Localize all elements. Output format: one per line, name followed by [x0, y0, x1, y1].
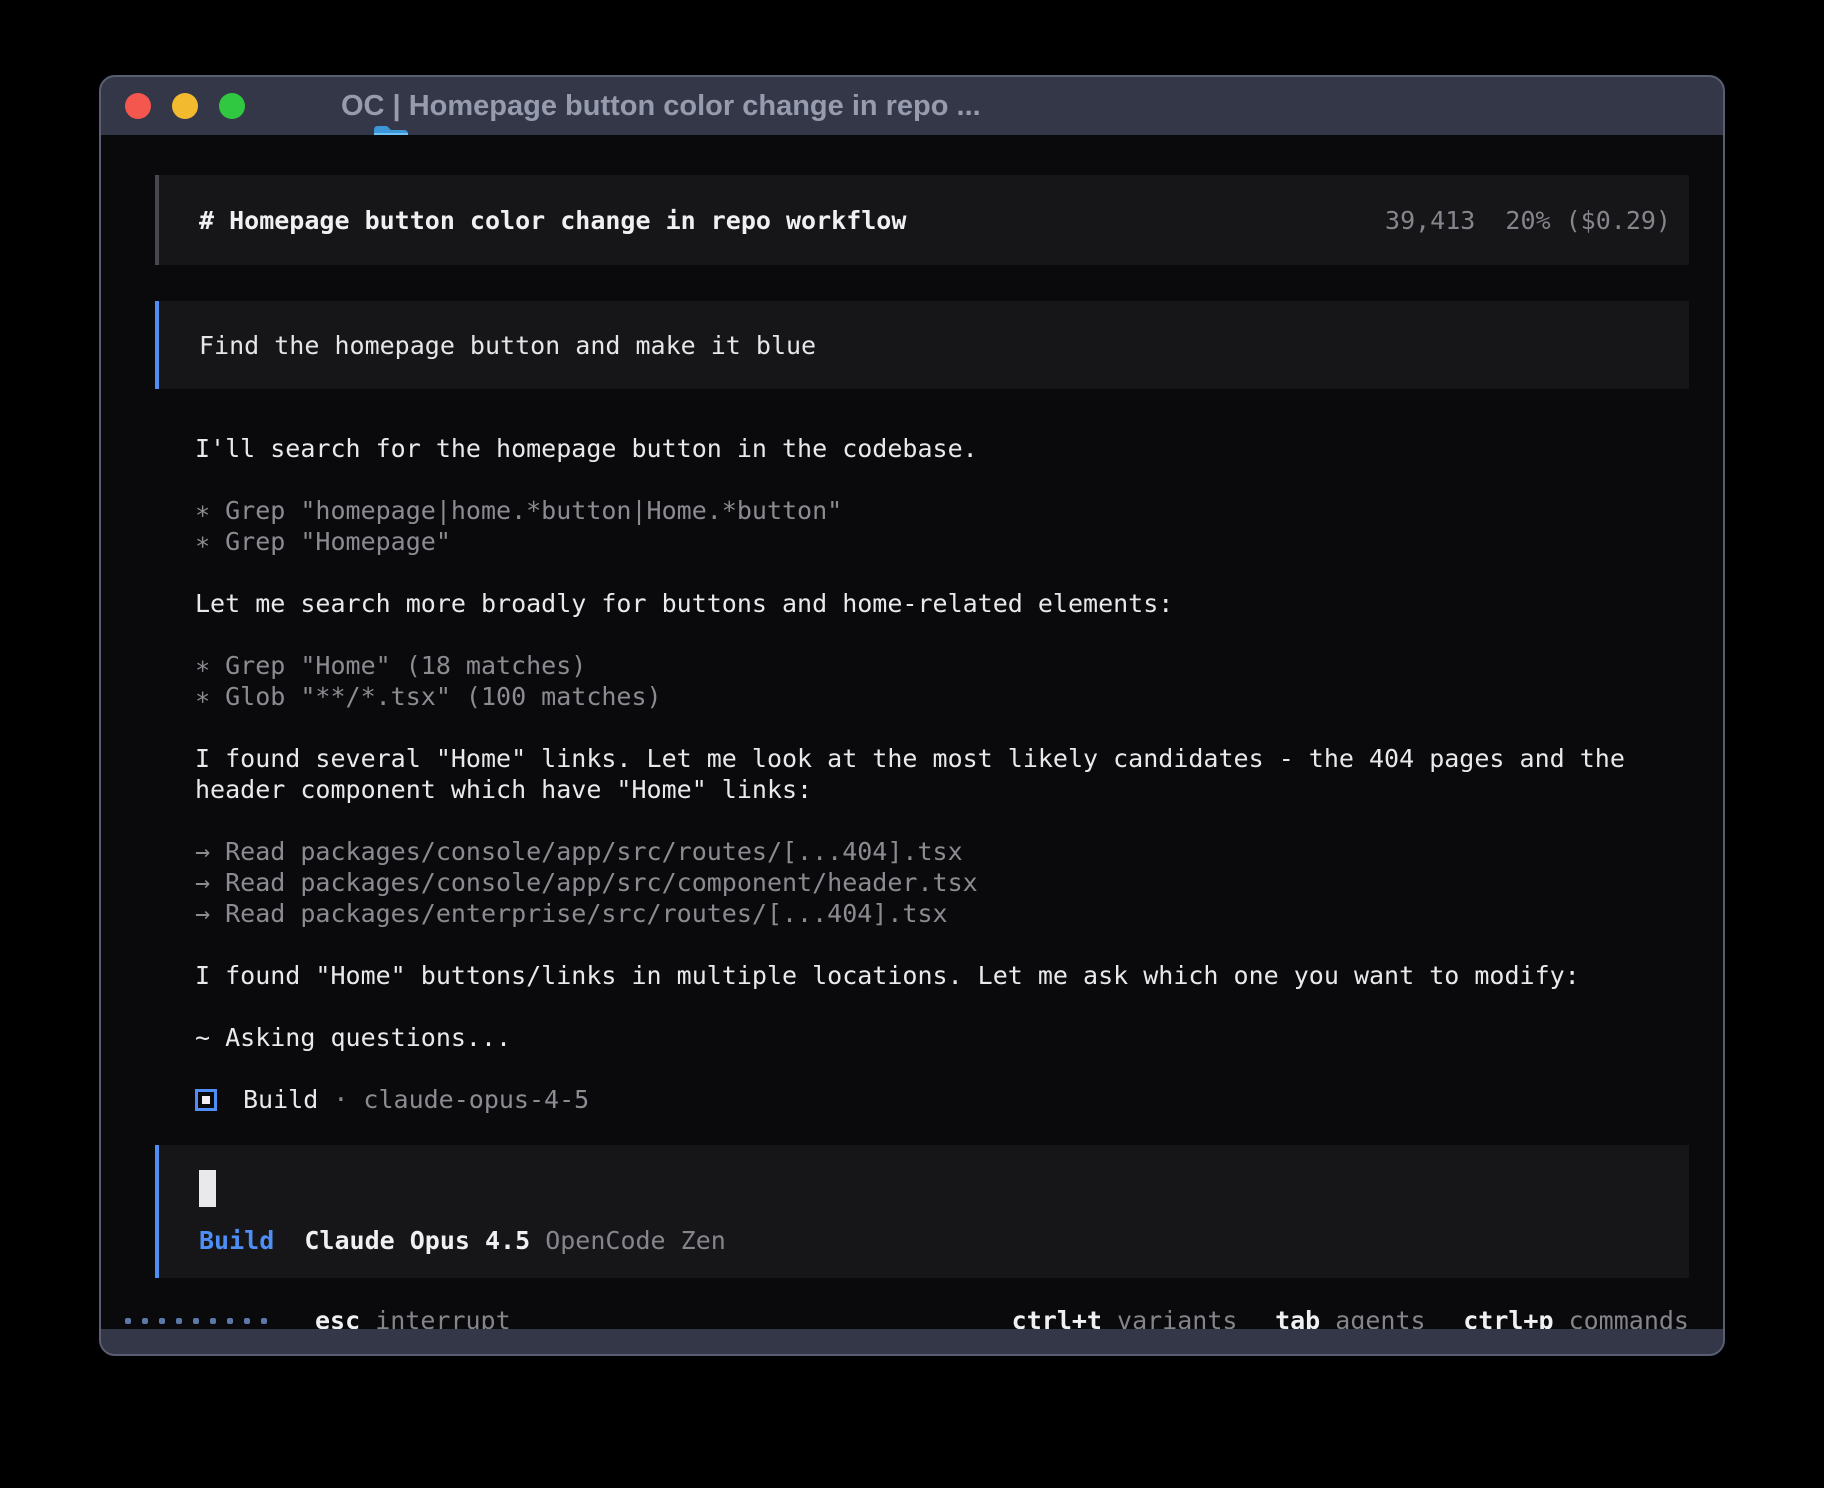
hint-commands: ctrl+p commands: [1463, 1305, 1689, 1329]
window-titlebar: OC | Homepage button color change in rep…: [101, 77, 1723, 135]
hint-agents: tab agents: [1275, 1305, 1426, 1329]
session-header: # Homepage button color change in repo w…: [155, 175, 1689, 265]
assistant-paragraph: I found "Home" buttons/links in multiple…: [195, 960, 1689, 991]
agent-name: Build: [243, 1084, 318, 1115]
input-provider-label: OpenCode Zen: [545, 1225, 726, 1256]
input-agent-label[interactable]: Build: [199, 1225, 274, 1256]
assistant-paragraph: Let me search more broadly for buttons a…: [195, 588, 1689, 619]
ctrl-p-key-hint: ctrl+p: [1463, 1305, 1553, 1329]
tool-call-group: → Read packages/console/app/src/routes/[…: [195, 836, 1689, 929]
footer-right: ctrl+t variants tab agents ctrl+p comman…: [1012, 1305, 1689, 1329]
terminal-window: OC | Homepage button color change in rep…: [99, 75, 1725, 1356]
tool-call-grep[interactable]: ∗ Grep "Homepage": [195, 526, 1689, 557]
user-message: Find the homepage button and make it blu…: [155, 301, 1689, 389]
session-stats: 39,413 20% ($0.29): [1385, 205, 1671, 236]
assistant-text: header component which have "Home" links…: [195, 774, 1689, 805]
input-meta-row: Build Claude Opus 4.5 OpenCode Zen: [199, 1225, 1649, 1256]
assistant-paragraph: I'll search for the homepage button in t…: [195, 433, 1689, 464]
terminal-content: # Homepage button color change in repo w…: [101, 135, 1723, 1329]
agent-build-icon: [195, 1089, 217, 1111]
hint-variants: ctrl+t variants: [1012, 1305, 1238, 1329]
commands-label: commands: [1569, 1305, 1689, 1329]
status-footer: esc interrupt ctrl+t variants tab agents…: [125, 1305, 1689, 1329]
tool-call-grep[interactable]: ∗ Grep "Home" (18 matches): [195, 650, 1689, 681]
esc-key-label: interrupt: [375, 1305, 510, 1329]
spinner-dots-icon: [125, 1318, 267, 1324]
window-title: OC | Homepage button color change in rep…: [341, 90, 981, 123]
minimize-button[interactable]: [172, 93, 198, 119]
esc-key-hint: esc: [315, 1305, 360, 1329]
ctrl-t-key-hint: ctrl+t: [1012, 1305, 1102, 1329]
assistant-text: I found several "Home" links. Let me loo…: [195, 743, 1689, 774]
agent-model: claude-opus-4-5: [363, 1084, 589, 1115]
folder-icon: [291, 91, 327, 121]
desktop-background: OC | Homepage button color change in rep…: [0, 0, 1824, 1488]
token-count: 39,413: [1385, 205, 1475, 236]
assistant-response: I'll search for the homepage button in t…: [155, 433, 1689, 1115]
context-cost: 20% ($0.29): [1505, 205, 1671, 236]
stats-gap: [1475, 205, 1505, 236]
tool-call-glob[interactable]: ∗ Glob "**/*.tsx" (100 matches): [195, 681, 1689, 712]
user-message-text: Find the homepage button and make it blu…: [199, 330, 816, 361]
assistant-text: I found "Home" buttons/links in multiple…: [195, 960, 1689, 991]
tool-call-read[interactable]: → Read packages/enterprise/src/routes/[.…: [195, 898, 1689, 929]
working-status-text: ~ Asking questions...: [195, 1022, 1689, 1053]
assistant-text: Let me search more broadly for buttons a…: [195, 588, 1689, 619]
tool-call-group: ∗ Grep "Home" (18 matches) ∗ Glob "**/*.…: [195, 650, 1689, 712]
agent-status-row: Build · claude-opus-4-5: [195, 1084, 1689, 1115]
tool-call-grep[interactable]: ∗ Grep "homepage|home.*button|Home.*butt…: [195, 495, 1689, 526]
window-bottom-chrome: [101, 1329, 1723, 1354]
variants-label: variants: [1117, 1305, 1237, 1329]
assistant-text: I'll search for the homepage button in t…: [195, 433, 1689, 464]
agent-separator: ·: [333, 1084, 348, 1115]
tool-call-read[interactable]: → Read packages/console/app/src/routes/[…: [195, 836, 1689, 867]
zoom-button[interactable]: [219, 93, 245, 119]
tool-call-read[interactable]: → Read packages/console/app/src/componen…: [195, 867, 1689, 898]
assistant-paragraph: I found several "Home" links. Let me loo…: [195, 743, 1689, 805]
prompt-input[interactable]: Build Claude Opus 4.5 OpenCode Zen: [155, 1145, 1689, 1278]
close-button[interactable]: [125, 93, 151, 119]
text-cursor: [199, 1170, 216, 1207]
input-model-label[interactable]: Claude Opus 4.5: [304, 1225, 530, 1256]
working-status: ~ Asking questions...: [195, 1022, 1689, 1053]
tool-call-group: ∗ Grep "homepage|home.*button|Home.*butt…: [195, 495, 1689, 557]
window-title-group: OC | Homepage button color change in rep…: [291, 90, 981, 123]
tab-key-hint: tab: [1275, 1305, 1320, 1329]
footer-left: esc interrupt: [125, 1305, 511, 1329]
session-title: # Homepage button color change in repo w…: [199, 205, 906, 236]
agents-label: agents: [1335, 1305, 1425, 1329]
traffic-lights: [125, 93, 245, 119]
